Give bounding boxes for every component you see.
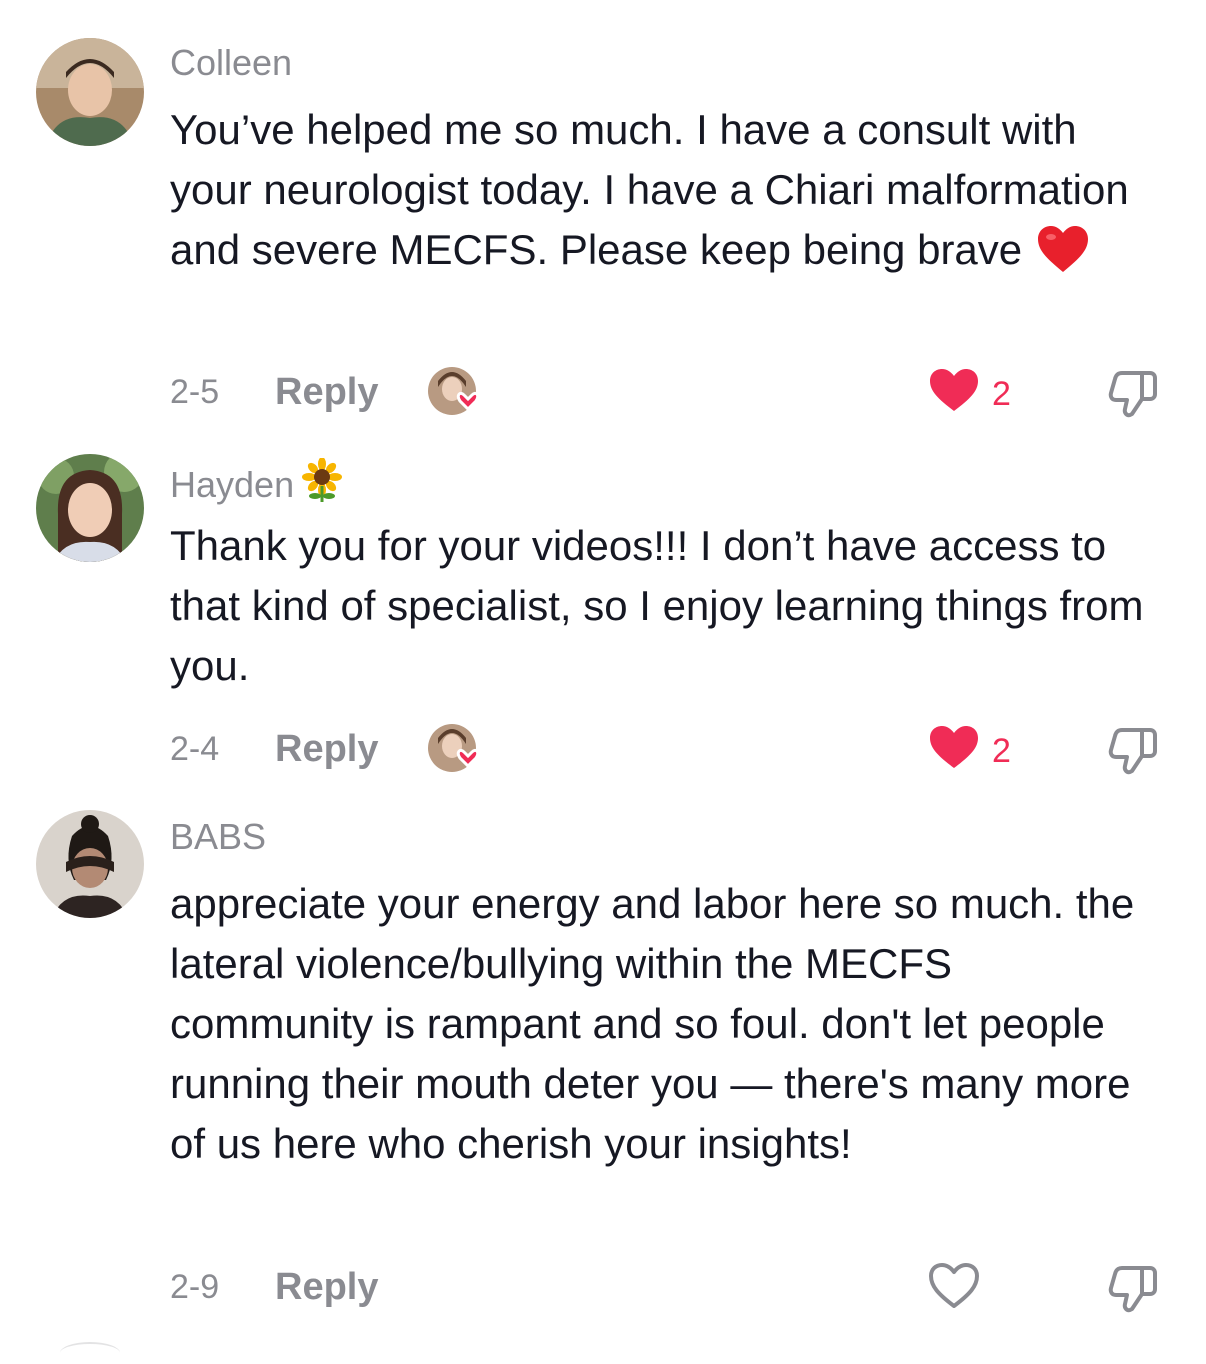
comment-username[interactable]: BABS — [170, 816, 266, 858]
dislike-icon[interactable] — [1106, 1260, 1162, 1316]
username-label: Hayden — [170, 463, 295, 505]
avatar[interactable] — [36, 38, 144, 146]
like-count: 2 — [992, 732, 1011, 770]
comment-text: Thank you for your videos!!! I don’t hav… — [170, 516, 1160, 696]
sunflower-emoji-icon — [300, 457, 344, 511]
dislike-icon[interactable] — [1106, 722, 1162, 778]
reply-button[interactable]: Reply — [275, 728, 378, 771]
next-avatar-partial — [60, 1342, 120, 1364]
creator-liked-badge — [426, 722, 486, 774]
comment-body: appreciate your energy and labor here so… — [170, 880, 1135, 1167]
comment-meta: 2-5 Reply 2 — [170, 365, 1170, 418]
like-heart-outline-icon[interactable] — [928, 1260, 980, 1312]
username-label: BABS — [170, 816, 267, 857]
comment-meta: 2-9 Reply — [170, 1260, 1170, 1313]
username-label: Colleen — [170, 42, 293, 83]
reply-button[interactable]: Reply — [275, 371, 378, 414]
avatar[interactable] — [36, 454, 144, 562]
dislike-icon[interactable] — [1106, 365, 1162, 421]
reply-button[interactable]: Reply — [275, 1266, 378, 1309]
comment-username[interactable]: Hayden — [170, 457, 344, 511]
heart-emoji-icon — [1036, 224, 1090, 290]
comment-date: 2-5 — [170, 373, 220, 411]
comment-text: appreciate your energy and labor here so… — [170, 874, 1160, 1174]
comment-meta: 2-4 Reply 2 — [170, 722, 1170, 775]
comment-body: Thank you for your videos!!! I don’t hav… — [170, 522, 1144, 689]
comment-body: You’ve helped me so much. I have a consu… — [170, 106, 1129, 273]
avatar[interactable] — [36, 810, 144, 918]
like-count: 2 — [992, 375, 1011, 413]
like-heart-icon[interactable] — [928, 722, 980, 774]
comment-text: You’ve helped me so much. I have a consu… — [170, 100, 1160, 290]
like-heart-icon[interactable] — [928, 365, 980, 417]
comment-date: 2-4 — [170, 730, 220, 768]
comment-date: 2-9 — [170, 1268, 220, 1306]
creator-liked-badge — [426, 365, 486, 417]
comment-username[interactable]: Colleen — [170, 42, 292, 84]
